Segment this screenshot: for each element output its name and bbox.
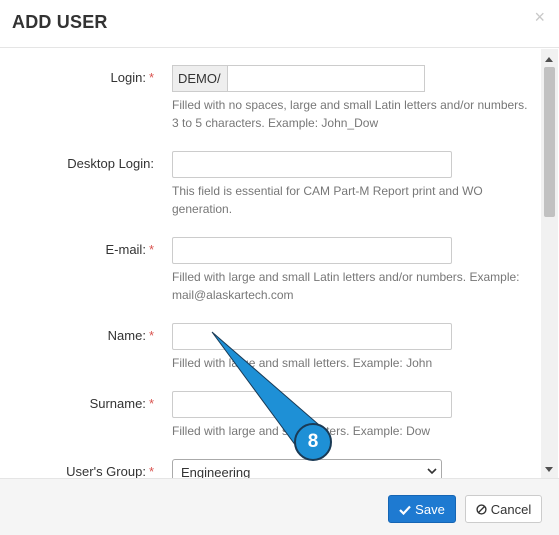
surname-label: Surname: * <box>89 396 154 411</box>
add-user-dialog: ADD USER × Login: * DEMO/ Filled with no … <box>0 0 559 535</box>
desktop-login-label: Desktop Login: <box>67 156 154 171</box>
required-marker: * <box>148 70 154 85</box>
login-input[interactable] <box>227 65 425 92</box>
users-group-select[interactable]: Engineering <box>172 459 442 478</box>
dialog-header: ADD USER × <box>0 0 559 48</box>
login-prefix: DEMO/ <box>172 65 227 92</box>
callout-number-badge: 8 <box>294 423 332 461</box>
scrollbar-thumb[interactable] <box>544 67 555 217</box>
name-label: Name: * <box>107 328 154 343</box>
users-group-selected: Engineering <box>181 465 251 478</box>
required-marker: * <box>148 328 154 343</box>
surname-input[interactable] <box>172 391 452 418</box>
email-help-text: Filled with large and small Latin letter… <box>172 270 520 302</box>
cancel-button-label: Cancel <box>490 502 532 517</box>
cancel-button[interactable]: Cancel <box>465 495 542 523</box>
users-group-label: User's Group: * <box>66 464 154 478</box>
scroll-down-arrow-icon[interactable] <box>545 467 553 472</box>
desktop-login-input[interactable] <box>172 151 452 178</box>
name-input[interactable] <box>172 323 452 350</box>
required-marker: * <box>148 242 154 257</box>
dialog-footer: Save Cancel <box>0 478 559 535</box>
scroll-up-arrow-icon[interactable] <box>545 57 553 62</box>
login-help-text: Filled with no spaces, large and small L… <box>172 98 528 130</box>
desktop-login-help-text: This field is essential for CAM Part-M R… <box>172 184 483 216</box>
required-marker: * <box>148 464 154 478</box>
close-icon[interactable]: × <box>534 8 545 26</box>
required-marker: * <box>148 396 154 411</box>
ban-icon <box>476 504 487 515</box>
dialog-title: ADD USER <box>12 12 108 32</box>
dialog-body: Login: * DEMO/ Filled with no spaces, lar… <box>0 49 541 478</box>
email-label: E-mail: * <box>105 242 154 257</box>
chevron-down-icon <box>427 468 437 475</box>
check-icon <box>399 505 411 516</box>
save-button[interactable]: Save <box>388 495 456 523</box>
name-help-text: Filled with large and small letters. Exa… <box>172 356 433 370</box>
email-input[interactable] <box>172 237 452 264</box>
login-label: Login: * <box>110 70 154 85</box>
save-button-label: Save <box>415 502 445 517</box>
vertical-scrollbar[interactable] <box>541 49 558 478</box>
surname-help-text: Filled with large and small letters. Exa… <box>172 424 431 438</box>
